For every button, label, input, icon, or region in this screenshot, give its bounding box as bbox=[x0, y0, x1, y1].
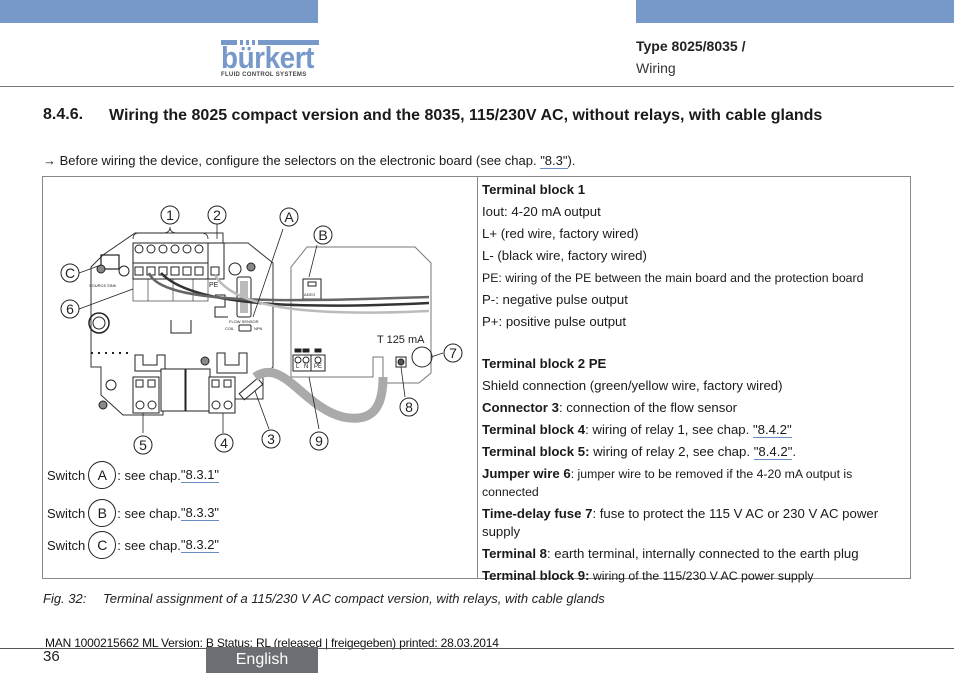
switch-b-label: ADEG bbox=[304, 292, 315, 297]
figure-table: T 125 mA PE FLOW SENSOR COIL NPN SOURCE … bbox=[42, 176, 911, 583]
connector-3-plug bbox=[238, 377, 264, 401]
tb9-desc: Terminal block 9: wiring of the 115/230 … bbox=[482, 568, 814, 583]
terminal-pe-label: PE bbox=[314, 364, 322, 370]
logo-wordmark: bürkert bbox=[221, 40, 314, 75]
callout-8: 8 bbox=[399, 397, 419, 417]
switch-text: : see chap. bbox=[117, 537, 181, 553]
switch-text: : see chap. bbox=[117, 467, 181, 483]
relay-1 bbox=[160, 368, 186, 412]
npn-label: NPN bbox=[254, 326, 263, 331]
terminal-legend: Terminal block 1 Iout: 4-20 mA output L+… bbox=[482, 179, 907, 587]
document-section: Wiring bbox=[636, 60, 676, 76]
connector-3-desc: Connector 3: connection of the flow sens… bbox=[482, 400, 738, 415]
svg-text:1: 1 bbox=[166, 207, 174, 223]
footer-divider bbox=[0, 648, 954, 649]
tb1-line: L+ (red wire, factory wired) bbox=[482, 226, 639, 241]
intro-suffix: ). bbox=[567, 153, 576, 168]
fuse-7 bbox=[411, 346, 433, 368]
table-divider bbox=[477, 177, 478, 578]
callout-c: C bbox=[60, 263, 80, 283]
switch-a-badge: A bbox=[88, 461, 117, 489]
tb1-line: L- (black wire, factory wired) bbox=[482, 248, 647, 263]
callout-9: 9 bbox=[309, 431, 329, 451]
switch-prefix: Switch bbox=[47, 505, 86, 521]
tb4-desc: Terminal block 4: wiring of relay 1, see… bbox=[482, 422, 792, 438]
header-bar-right bbox=[636, 0, 954, 23]
language-tab: English bbox=[206, 647, 318, 673]
svg-text:4: 4 bbox=[220, 435, 228, 451]
intro-text: Before wiring the device, configure the … bbox=[59, 153, 541, 168]
tb2-text: Shield connection (green/yellow wire, fa… bbox=[482, 378, 783, 393]
document-type: Type 8025/8035 / bbox=[636, 38, 746, 54]
jumper-6-desc: Jumper wire 6: jumper wire to be removed… bbox=[482, 466, 853, 499]
section-number: 8.4.6. bbox=[43, 106, 84, 123]
callout-4: 4 bbox=[214, 433, 234, 453]
fuse-7-desc: Time-delay fuse 7: fuse to protect the 1… bbox=[482, 506, 879, 539]
svg-text:5: 5 bbox=[139, 437, 147, 453]
svg-text:A: A bbox=[284, 209, 294, 225]
figure-caption: Fig. 32: Terminal assignment of a 115/230… bbox=[43, 591, 605, 606]
chapter-link-8-3-1[interactable]: "8.3.1" bbox=[180, 467, 220, 483]
tb1-line: Iout: 4-20 mA output bbox=[482, 204, 601, 219]
svg-text:3: 3 bbox=[267, 431, 275, 447]
header-divider bbox=[0, 86, 954, 87]
coil-label: COIL bbox=[225, 326, 235, 331]
tb1-line: P-: negative pulse output bbox=[482, 292, 628, 307]
chapter-link-8-3-2[interactable]: "8.3.2" bbox=[180, 537, 220, 553]
relay-2 bbox=[185, 368, 211, 412]
intro-instruction: → Before wiring the device, configure th… bbox=[43, 153, 576, 169]
tb1-title: Terminal block 1 bbox=[482, 182, 586, 197]
tb2-title: Terminal block 2 PE bbox=[482, 356, 607, 371]
sink-label: SINK bbox=[107, 283, 117, 288]
callout-3: 3 bbox=[261, 429, 281, 449]
svg-text:B: B bbox=[318, 227, 327, 243]
terminal-8-desc: Terminal 8: earth terminal, internally c… bbox=[482, 546, 859, 561]
tb1-line: P+: positive pulse output bbox=[482, 314, 627, 329]
callout-5: 5 bbox=[133, 435, 153, 455]
tb5-desc: Terminal block 5: wiring of relay 2, see… bbox=[482, 444, 797, 460]
chapter-link-8-4-2[interactable]: "8.4.2" bbox=[753, 444, 793, 460]
page-number: 36 bbox=[43, 648, 60, 665]
chapter-link-8-4-2[interactable]: "8.4.2" bbox=[752, 422, 792, 438]
switch-c-ref: Switch C : see chap. "8.3.2" bbox=[47, 531, 220, 559]
power-cable bbox=[252, 367, 388, 423]
chapter-link-8-3-3[interactable]: "8.3.3" bbox=[180, 505, 220, 521]
svg-text:6: 6 bbox=[66, 301, 74, 317]
svg-text:9: 9 bbox=[315, 433, 323, 449]
svg-text:7: 7 bbox=[449, 345, 457, 361]
switch-text: : see chap. bbox=[117, 505, 181, 521]
fuse-label: T 125 mA bbox=[377, 334, 425, 346]
terminal-n-label: N bbox=[304, 364, 308, 370]
figure-label: Fig. 32: bbox=[43, 591, 87, 606]
callout-6: 6 bbox=[60, 299, 80, 319]
switch-prefix: Switch bbox=[47, 537, 86, 553]
callout-b: B bbox=[313, 225, 333, 245]
flow-sensor-label: FLOW SENSOR bbox=[229, 319, 259, 324]
svg-text:8: 8 bbox=[405, 399, 413, 415]
switch-prefix: Switch bbox=[47, 467, 86, 483]
callout-1: 1 bbox=[160, 205, 180, 225]
svg-text:2: 2 bbox=[213, 207, 221, 223]
source-label: SOURCE bbox=[89, 283, 106, 288]
wiring-diagram: T 125 mA PE FLOW SENSOR COIL NPN SOURCE … bbox=[60, 205, 463, 455]
arrow-icon: → bbox=[43, 153, 56, 168]
pe-label: PE bbox=[209, 282, 219, 289]
callout-a: A bbox=[279, 207, 299, 227]
svg-text:C: C bbox=[65, 265, 75, 281]
callout-7: 7 bbox=[443, 343, 463, 363]
switch-a bbox=[238, 324, 252, 332]
callout-2: 2 bbox=[207, 205, 227, 225]
switch-b-ref: Switch B : see chap. "8.3.3" bbox=[47, 499, 220, 527]
section-title: Wiring the 8025 compact version and the … bbox=[109, 107, 823, 124]
switch-c-badge: C bbox=[88, 531, 117, 559]
switch-b-badge: B bbox=[88, 499, 117, 527]
burkert-logo: bürkert FLUID CONTROL SYSTEMS bbox=[221, 40, 319, 78]
switch-a-ref: Switch A : see chap. "8.3.1" bbox=[47, 461, 220, 489]
round-connector bbox=[88, 312, 110, 334]
header-bar-left bbox=[0, 0, 318, 23]
tb1-line: PE: wiring of the PE between the main bo… bbox=[482, 271, 864, 285]
figure-caption-text: Terminal assignment of a 115/230 V AC co… bbox=[103, 591, 605, 606]
chapter-link-8-3[interactable]: "8.3" bbox=[540, 153, 568, 169]
